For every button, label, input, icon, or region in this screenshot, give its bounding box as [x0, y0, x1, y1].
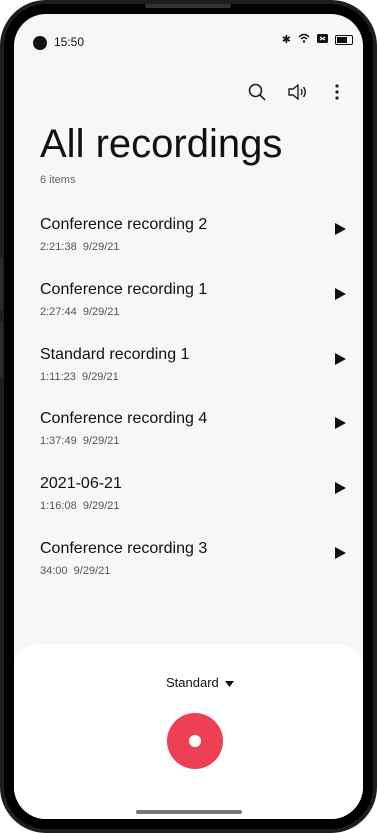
recording-meta: 1:11:23 9/29/21	[40, 371, 119, 383]
list-item[interactable]: 2021-06-21 1:16:08 9/29/21	[0, 459, 377, 523]
page-title: All recordings	[40, 122, 283, 166]
recording-meta: 2:27:44 9/29/21	[40, 306, 120, 318]
phone-frame: 15:50 ✱ All recordings 6 items Conferenc…	[0, 0, 377, 833]
list-item[interactable]: Conference recording 3 34:00 9/29/21	[0, 524, 377, 588]
recording-duration: 34:00	[40, 565, 68, 577]
recording-duration: 2:27:44	[40, 306, 77, 318]
recording-duration: 1:11:23	[40, 371, 76, 383]
recording-date: 9/29/21	[73, 565, 111, 577]
recording-name: Standard recording 1	[40, 346, 190, 363]
recording-name: Conference recording 1	[40, 281, 208, 298]
status-time: 15:50	[54, 35, 85, 49]
play-icon[interactable]	[333, 416, 347, 430]
record-dot-icon	[189, 735, 201, 747]
battery-icon	[335, 34, 353, 45]
play-icon[interactable]	[333, 481, 347, 495]
recording-date: 9/29/21	[82, 306, 120, 318]
home-indicator[interactable]	[136, 810, 242, 814]
front-camera	[33, 36, 47, 50]
recording-date: 9/29/21	[82, 371, 119, 383]
recording-name: 2021-06-21	[40, 475, 122, 492]
list-item[interactable]: Conference recording 2 2:21:38 9/29/21	[0, 200, 377, 264]
list-item[interactable]: Conference recording 1 2:27:44 9/29/21	[0, 265, 377, 329]
recording-meta: 1:16:08 9/29/21	[40, 500, 120, 512]
recording-duration: 2:21:38	[40, 241, 77, 253]
more-icon[interactable]	[317, 78, 357, 106]
recording-name: Conference recording 3	[40, 540, 208, 557]
mode-dropdown[interactable]: Standard	[166, 675, 234, 690]
recording-date: 9/29/21	[82, 500, 120, 512]
recording-name: Conference recording 2	[40, 216, 208, 233]
signal-icon	[317, 33, 328, 46]
list-item[interactable]: Conference recording 4 1:37:49 9/29/21	[0, 394, 377, 458]
toolbar	[237, 78, 357, 106]
status-icons: ✱	[282, 33, 353, 46]
recording-meta: 2:21:38 9/29/21	[40, 241, 120, 253]
search-icon[interactable]	[237, 78, 277, 106]
bluetooth-icon: ✱	[281, 34, 291, 46]
mode-label: Standard	[166, 675, 219, 690]
play-icon[interactable]	[333, 546, 347, 560]
play-icon[interactable]	[333, 222, 347, 236]
speaker-icon[interactable]	[277, 78, 317, 106]
item-count: 6 items	[40, 174, 76, 186]
record-button[interactable]	[167, 713, 223, 769]
recording-name: Conference recording 4	[40, 410, 208, 427]
recording-duration: 1:16:08	[40, 500, 77, 512]
recording-meta: 1:37:49 9/29/21	[40, 435, 120, 447]
status-bar: 15:50 ✱	[0, 0, 377, 58]
recording-date: 9/29/21	[82, 241, 120, 253]
recording-date: 9/29/21	[82, 435, 120, 447]
recording-duration: 1:37:49	[40, 435, 77, 447]
play-icon[interactable]	[333, 352, 347, 366]
list-item[interactable]: Standard recording 1 1:11:23 9/29/21	[0, 330, 377, 394]
wifi-icon	[298, 33, 310, 46]
caret-down-icon	[224, 675, 234, 690]
recording-meta: 34:00 9/29/21	[40, 565, 110, 577]
play-icon[interactable]	[333, 287, 347, 301]
